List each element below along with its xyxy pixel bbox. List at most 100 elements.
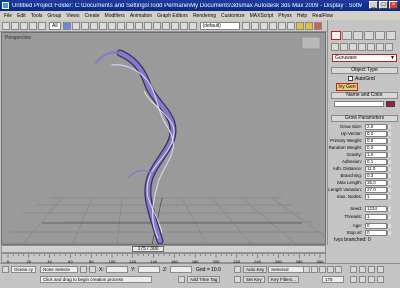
time-slider[interactable]: 175 / 300 — [1, 245, 326, 253]
seed-spinner[interactable]: 1234 — [365, 206, 391, 212]
select-by-name-icon[interactable] — [71, 21, 80, 30]
ivy-gen-button[interactable]: Ivy Gen — [336, 83, 358, 91]
orbit-icon[interactable] — [368, 276, 375, 283]
pan-view-icon[interactable] — [359, 276, 366, 283]
rect-selection-icon[interactable] — [80, 21, 89, 30]
play-icon[interactable] — [319, 266, 326, 273]
object-type-rollout[interactable]: Object Type — [331, 67, 398, 74]
space-warps-icon[interactable] — [376, 43, 384, 51]
percent-snap-icon[interactable] — [170, 21, 179, 30]
geometry-icon[interactable] — [331, 43, 339, 51]
menu-modifiers[interactable]: Modifiers — [105, 13, 125, 19]
close-button[interactable]: × — [389, 1, 398, 9]
reference-coordinate-icon[interactable] — [125, 21, 134, 30]
absolute-mode-icon[interactable] — [89, 266, 96, 273]
adh-distance-spinner[interactable]: 11.0 — [365, 166, 391, 172]
zoom-extents-icon[interactable] — [368, 266, 375, 273]
hierarchy-tab-icon[interactable] — [353, 31, 363, 40]
cameras-icon[interactable] — [358, 43, 366, 51]
maxscript-mini-listener[interactable]: Ocean.cy — [11, 266, 36, 273]
menu-create[interactable]: Create — [85, 13, 100, 19]
maximize-button[interactable]: □ — [379, 1, 388, 9]
ivy-object[interactable] — [95, 49, 177, 244]
adhesion-spinner[interactable]: 0.1 — [365, 159, 391, 165]
menu-help[interactable]: Help — [297, 13, 307, 19]
create-tab-icon[interactable] — [331, 31, 341, 40]
time-tag-icon[interactable] — [178, 276, 185, 283]
key-mode-icon[interactable] — [234, 266, 241, 273]
named-selection-dropdown[interactable]: (default) — [199, 21, 240, 30]
menu-maxscript[interactable]: MAXScript — [250, 13, 274, 19]
zoom-extents-all-icon[interactable] — [377, 266, 384, 273]
autogrid-checkbox[interactable] — [348, 76, 353, 81]
minimize-button[interactable]: _ — [369, 1, 378, 9]
go-to-end-icon[interactable] — [335, 266, 342, 273]
object-color-swatch[interactable] — [386, 101, 395, 107]
menu-group[interactable]: Group — [47, 13, 61, 19]
menu-realflow[interactable]: RealFlow — [312, 13, 333, 19]
y-coordinate-field[interactable] — [138, 266, 160, 273]
stop-at-spinner[interactable]: 0 — [365, 230, 391, 236]
menu-tools[interactable]: Tools — [31, 13, 43, 19]
manipulate-icon[interactable] — [143, 21, 152, 30]
move-icon[interactable] — [98, 21, 107, 30]
previous-frame-icon[interactable] — [311, 266, 318, 273]
edit-named-selection-icon[interactable] — [188, 21, 197, 30]
age-spinner[interactable]: 0 — [365, 223, 391, 229]
schematic-view-icon[interactable] — [277, 21, 286, 30]
zoom-icon[interactable] — [350, 266, 357, 273]
primary-weight-spinner[interactable]: 0.5 — [365, 138, 391, 144]
curve-editor-icon[interactable] — [268, 21, 277, 30]
rotate-icon[interactable] — [107, 21, 116, 30]
material-editor-icon[interactable] — [286, 21, 295, 30]
maxscript-listener-icon[interactable] — [2, 266, 9, 273]
menu-physx[interactable]: Physx — [278, 13, 292, 19]
rendered-frame-icon[interactable] — [304, 21, 313, 30]
mirror-icon[interactable] — [241, 21, 250, 30]
up-vector-spinner[interactable]: 0.2 — [365, 131, 391, 137]
zoom-all-icon[interactable] — [359, 266, 366, 273]
next-frame-icon[interactable] — [327, 266, 334, 273]
app-icon[interactable] — [2, 2, 9, 9]
key-filters-button[interactable]: Key Filters... — [268, 276, 300, 283]
menu-file[interactable]: File — [4, 13, 12, 19]
auto-key-button[interactable]: Auto Key — [243, 266, 268, 273]
menu-animation[interactable]: Animation — [130, 13, 152, 19]
perspective-viewport[interactable]: Perspective — [1, 32, 326, 245]
angle-snap-icon[interactable] — [161, 21, 170, 30]
lock-selection-icon[interactable] — [80, 266, 87, 273]
menu-edit[interactable]: Edit — [17, 13, 26, 19]
unlink-icon[interactable] — [29, 21, 37, 30]
random-weight-spinner[interactable]: 0.2 — [365, 145, 391, 151]
bind-spacewarp-icon[interactable] — [38, 21, 46, 30]
select-object-icon[interactable] — [62, 21, 71, 30]
menu-customize[interactable]: Customize — [221, 13, 245, 19]
systems-icon[interactable] — [385, 43, 393, 51]
pivot-center-icon[interactable] — [134, 21, 143, 30]
field-of-view-icon[interactable] — [350, 276, 357, 283]
maximize-viewport-icon[interactable] — [377, 276, 384, 283]
object-name-field[interactable] — [334, 101, 384, 107]
scale-icon[interactable] — [116, 21, 125, 30]
lights-icon[interactable] — [349, 43, 357, 51]
spinner-snap-icon[interactable] — [179, 21, 188, 30]
render-setup-icon[interactable] — [295, 21, 304, 30]
grow-parameters-rollout[interactable]: Grow Parameters — [331, 115, 398, 122]
modify-tab-icon[interactable] — [342, 31, 352, 40]
track-bar[interactable]: 0 20 40 60 80 100 120 140 160 180 200 220 240 260 280 3… — [1, 253, 326, 264]
current-frame-field[interactable]: 175 — [322, 276, 344, 283]
menu-graph-editors[interactable]: Graph Editors — [157, 13, 188, 19]
time-slider-thumb[interactable]: 175 / 300 — [132, 246, 164, 252]
motion-tab-icon[interactable] — [364, 31, 374, 40]
gravity-spinner[interactable]: 1.0 — [365, 152, 391, 158]
quick-render-icon[interactable] — [313, 21, 322, 30]
max-nodes-spinner[interactable]: 1 — [365, 194, 391, 200]
branching-spinner[interactable]: 0.3 — [365, 173, 391, 179]
length-variation-spinner[interactable]: 27.0 — [365, 187, 391, 193]
max-length-spinner[interactable]: 35.0 — [365, 180, 391, 186]
display-tab-icon[interactable] — [375, 31, 385, 40]
snap-icon[interactable] — [152, 21, 161, 30]
add-time-tag-button[interactable]: Add Time Tag — [187, 276, 221, 283]
helpers-icon[interactable] — [367, 43, 375, 51]
object-category-dropdown[interactable]: Guruware ▼ — [332, 54, 397, 62]
